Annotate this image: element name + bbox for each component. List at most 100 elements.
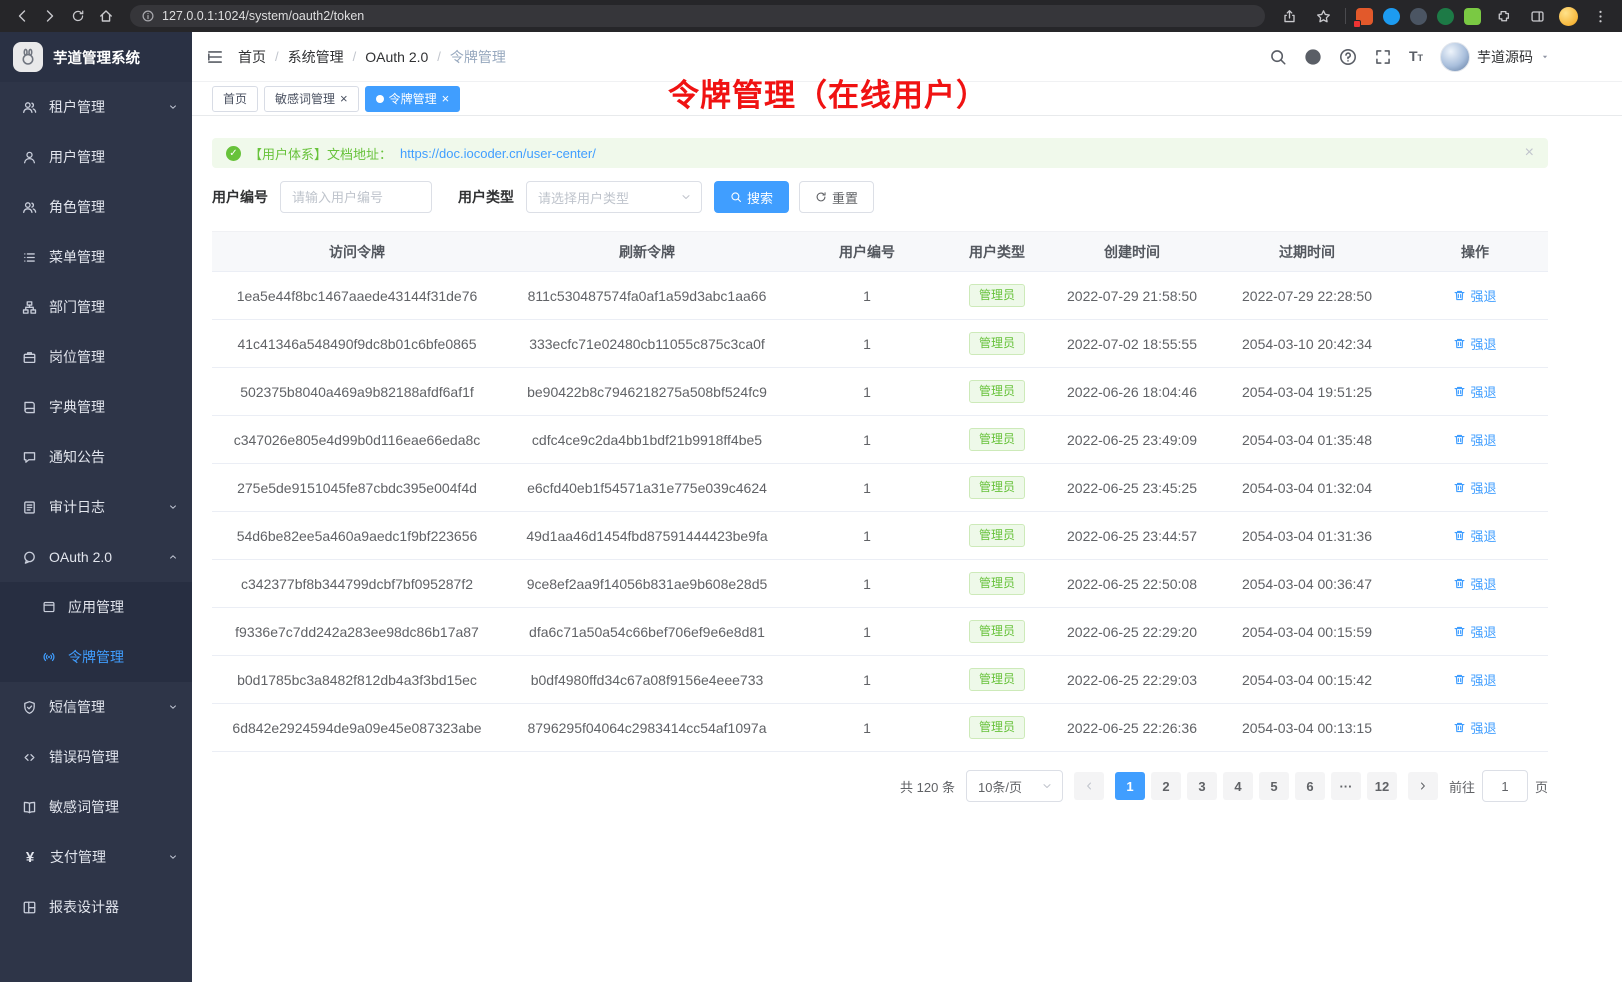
create-time-cell: 2022-06-25 23:49:09 (1052, 416, 1212, 464)
font-size-icon[interactable]: TT (1409, 49, 1423, 65)
sidebar-item-sms[interactable]: 短信管理 (0, 682, 192, 732)
user-id-cell: 1 (792, 512, 942, 560)
browser-profile-avatar[interactable] (1559, 7, 1578, 26)
sidebar-item-user[interactable]: 用户管理 (0, 132, 192, 182)
user-type-badge: 管理员 (969, 524, 1025, 547)
select-placeholder: 请选择用户类型 (538, 188, 629, 207)
force-logout-button[interactable]: 强退 (1453, 382, 1496, 401)
sidebar-item-sensitive-word[interactable]: 敏感词管理 (0, 782, 192, 832)
user-id-cell: 1 (792, 272, 942, 320)
breadcrumb-separator: / (437, 49, 441, 64)
page-button-12[interactable]: 12 (1367, 772, 1397, 800)
sidebar-item-dict[interactable]: 字典管理 (0, 382, 192, 432)
page-button-2[interactable]: 2 (1151, 772, 1181, 800)
force-logout-button[interactable]: 强退 (1453, 718, 1496, 737)
page-button-3[interactable]: 3 (1187, 772, 1217, 800)
reload-button[interactable] (66, 4, 90, 28)
page-button-1[interactable]: 1 (1115, 772, 1145, 800)
address-bar[interactable]: 127.0.0.1:1024/system/oauth2/token (130, 5, 1265, 27)
github-icon[interactable] (1304, 48, 1322, 66)
extension-green-icon[interactable] (1437, 8, 1454, 25)
book-icon (22, 400, 37, 415)
tab-close-icon[interactable]: × (340, 92, 348, 105)
users-icon (22, 100, 37, 115)
browser-menu-icon[interactable] (1588, 4, 1612, 28)
help-icon[interactable] (1339, 48, 1357, 66)
force-logout-button[interactable]: 强退 (1453, 478, 1496, 497)
table-row: 6d842e2924594de9a09e45e087323abe 8796295… (212, 704, 1548, 752)
forward-button[interactable] (38, 4, 62, 28)
alert-close-icon[interactable]: × (1525, 145, 1534, 161)
sidebar-item-role[interactable]: 角色管理 (0, 182, 192, 232)
user-id-input[interactable] (280, 181, 432, 213)
force-logout-button[interactable]: 强退 (1453, 430, 1496, 449)
extension-dark-icon[interactable] (1410, 8, 1427, 25)
topbar-tools: TT 芋道源码 (1269, 42, 1550, 72)
user-type-select[interactable]: 请选择用户类型 (526, 181, 702, 213)
collapse-sidebar-button[interactable] (206, 48, 224, 66)
tab-oauth-token[interactable]: 令牌管理 × (365, 86, 461, 112)
page-ellipsis[interactable]: ··· (1331, 772, 1361, 800)
sidebar-item-tenant[interactable]: 租户管理 (0, 82, 192, 132)
sidebar-item-audit-log[interactable]: 审计日志 (0, 482, 192, 532)
sidebar-item-menu[interactable]: 菜单管理 (0, 232, 192, 282)
table-row: 1ea5e44f8bc1467aaede43144f31de76 811c530… (212, 272, 1548, 320)
search-button[interactable]: 搜索 (714, 181, 789, 213)
page-button-5[interactable]: 5 (1259, 772, 1289, 800)
create-time-cell: 2022-06-25 23:45:25 (1052, 464, 1212, 512)
broadcast-icon (42, 650, 56, 664)
home-button[interactable] (94, 4, 118, 28)
access-token-cell: 6d842e2924594de9a09e45e087323abe (212, 704, 502, 752)
breadcrumb-item[interactable]: 系统管理 (288, 47, 344, 67)
tab-home[interactable]: 首页 (212, 86, 258, 112)
extension-lime-icon[interactable] (1464, 8, 1481, 25)
tab-sensitive-word[interactable]: 敏感词管理 × (264, 86, 359, 112)
user-menu[interactable]: 芋道源码 (1440, 42, 1550, 72)
sidebar-item-pay[interactable]: ¥ 支付管理 (0, 832, 192, 882)
force-logout-button[interactable]: 强退 (1453, 574, 1496, 593)
user-id-cell: 1 (792, 368, 942, 416)
force-logout-button[interactable]: 强退 (1453, 670, 1496, 689)
sidebar-item-post[interactable]: 岗位管理 (0, 332, 192, 382)
back-button[interactable] (10, 4, 34, 28)
page-size-select[interactable]: 10条/页 (966, 770, 1063, 802)
page-button-4[interactable]: 4 (1223, 772, 1253, 800)
sidebar-item-notice[interactable]: 通知公告 (0, 432, 192, 482)
share-icon[interactable] (1277, 4, 1301, 28)
reset-button[interactable]: 重置 (799, 181, 874, 213)
app-logo[interactable]: 芋道管理系统 (0, 32, 192, 82)
search-icon[interactable] (1269, 48, 1287, 66)
goto-page-input[interactable] (1482, 770, 1528, 802)
actions-cell: 强退 (1402, 464, 1548, 512)
breadcrumb-item[interactable]: 首页 (238, 47, 266, 67)
tab-close-icon[interactable]: × (442, 92, 450, 105)
sidebar-item-error-code[interactable]: 错误码管理 (0, 732, 192, 782)
prev-page-button[interactable] (1074, 772, 1104, 800)
force-logout-button[interactable]: 强退 (1453, 286, 1496, 305)
sidebar-item-oauth-token[interactable]: 令牌管理 (0, 632, 192, 682)
extension-orange-icon[interactable] (1356, 8, 1373, 25)
fullscreen-icon[interactable] (1374, 48, 1392, 66)
force-logout-button[interactable]: 强退 (1453, 526, 1496, 545)
bookmark-star-icon[interactable] (1311, 4, 1335, 28)
extensions-puzzle-icon[interactable] (1491, 4, 1515, 28)
sidebar-item-oauth-app[interactable]: 应用管理 (0, 582, 192, 632)
bubble-icon (22, 450, 37, 465)
refresh-token-cell: dfa6c71a50a54c66bef706ef9e6e8d81 (502, 608, 792, 656)
sidebar-item-report-designer[interactable]: 报表设计器 (0, 882, 192, 932)
force-logout-button[interactable]: 强退 (1453, 622, 1496, 641)
page-button-6[interactable]: 6 (1295, 772, 1325, 800)
extension-blue-icon[interactable] (1383, 8, 1400, 25)
sidebar-item-oauth[interactable]: OAuth 2.0 (0, 532, 192, 582)
sidebar-item-label: 字典管理 (49, 397, 105, 417)
breadcrumb-item[interactable]: OAuth 2.0 (365, 49, 428, 65)
force-logout-button[interactable]: 强退 (1453, 334, 1496, 353)
next-page-button[interactable] (1408, 772, 1438, 800)
chevron-down-icon (168, 702, 178, 712)
doc-link[interactable]: https://doc.iocoder.cn/user-center/ (400, 146, 596, 161)
site-info-icon[interactable] (141, 9, 155, 23)
side-panel-icon[interactable] (1525, 4, 1549, 28)
expire-time-cell: 2054-03-04 00:15:59 (1212, 608, 1402, 656)
sidebar-item-dept[interactable]: 部门管理 (0, 282, 192, 332)
expire-time-cell: 2054-03-04 00:13:15 (1212, 704, 1402, 752)
